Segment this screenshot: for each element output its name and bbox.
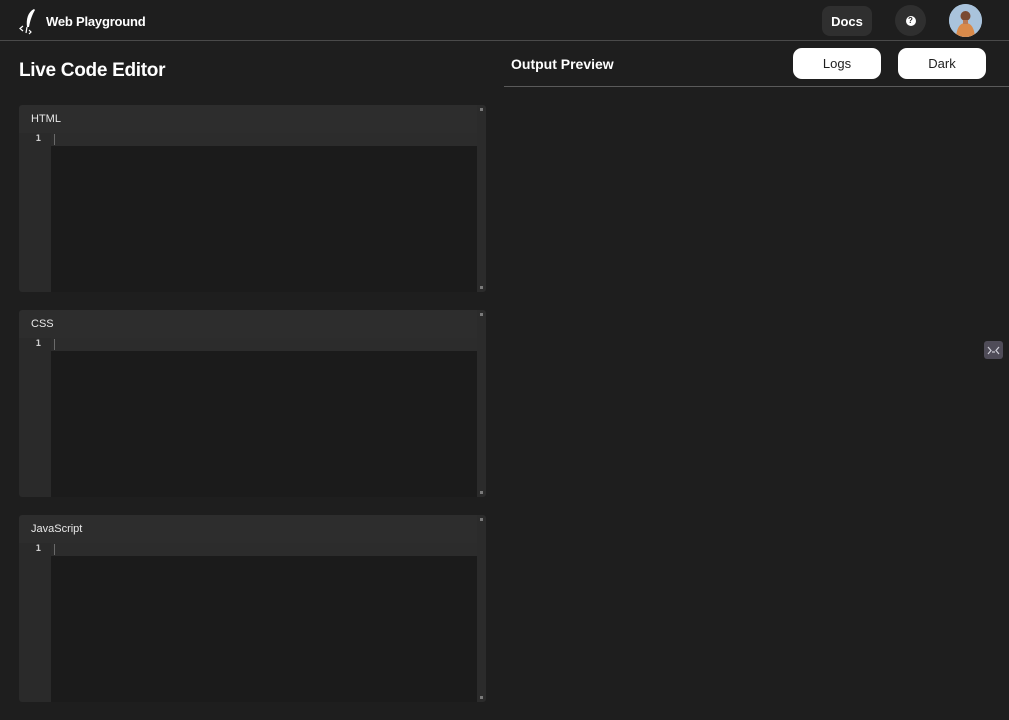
line-number: 1 — [35, 544, 41, 554]
active-line-highlight — [51, 543, 477, 556]
line-number: 1 — [35, 339, 41, 349]
editor-label-css: CSS — [31, 318, 54, 330]
app-name: Web Playground — [46, 13, 146, 29]
scroll-up-arrow-icon[interactable] — [480, 518, 483, 521]
docs-button[interactable]: Docs — [822, 6, 872, 36]
javascript-editor[interactable]: JavaScript 1 — [19, 515, 486, 702]
vertical-scrollbar[interactable] — [477, 105, 486, 292]
line-gutter — [19, 338, 51, 497]
feather-logo-icon — [19, 9, 35, 35]
theme-toggle-button[interactable]: Dark — [898, 48, 986, 79]
output-preview-frame[interactable] — [504, 87, 1009, 720]
line-gutter — [19, 133, 51, 292]
scroll-down-arrow-icon[interactable] — [480, 286, 483, 289]
scroll-down-arrow-icon[interactable] — [480, 696, 483, 699]
floating-widget-icon[interactable] — [984, 341, 1003, 359]
help-button[interactable]: ? — [895, 5, 926, 36]
avatar[interactable] — [949, 4, 982, 37]
editor-header: CSS — [19, 310, 477, 338]
editor-label-javascript: JavaScript — [31, 523, 83, 535]
vertical-scrollbar[interactable] — [477, 515, 486, 702]
editor-label-html: HTML — [31, 113, 61, 125]
line-number: 1 — [35, 134, 41, 144]
editor-header: JavaScript — [19, 515, 477, 543]
css-editor[interactable]: CSS 1 — [19, 310, 486, 497]
text-cursor — [54, 134, 55, 145]
scroll-up-arrow-icon[interactable] — [480, 108, 483, 111]
line-gutter — [19, 543, 51, 702]
editor-header: HTML — [19, 105, 477, 133]
user-avatar-icon — [949, 4, 982, 37]
scroll-down-arrow-icon[interactable] — [480, 491, 483, 494]
text-cursor — [54, 544, 55, 555]
html-editor[interactable]: HTML 1 — [19, 105, 486, 292]
scroll-up-arrow-icon[interactable] — [480, 313, 483, 316]
text-cursor — [54, 339, 55, 350]
logs-button[interactable]: Logs — [793, 48, 881, 79]
brand[interactable]: Web Playground — [18, 6, 146, 36]
active-line-highlight — [51, 338, 477, 351]
output-preview-title: Output Preview — [511, 56, 614, 72]
top-bar: Web Playground Docs ? — [0, 0, 1009, 41]
active-line-highlight — [51, 133, 477, 146]
vertical-scrollbar[interactable] — [477, 310, 486, 497]
expand-arrows-icon — [987, 346, 1000, 354]
page-title: Live Code Editor — [19, 60, 166, 81]
question-mark-icon: ? — [905, 15, 916, 26]
